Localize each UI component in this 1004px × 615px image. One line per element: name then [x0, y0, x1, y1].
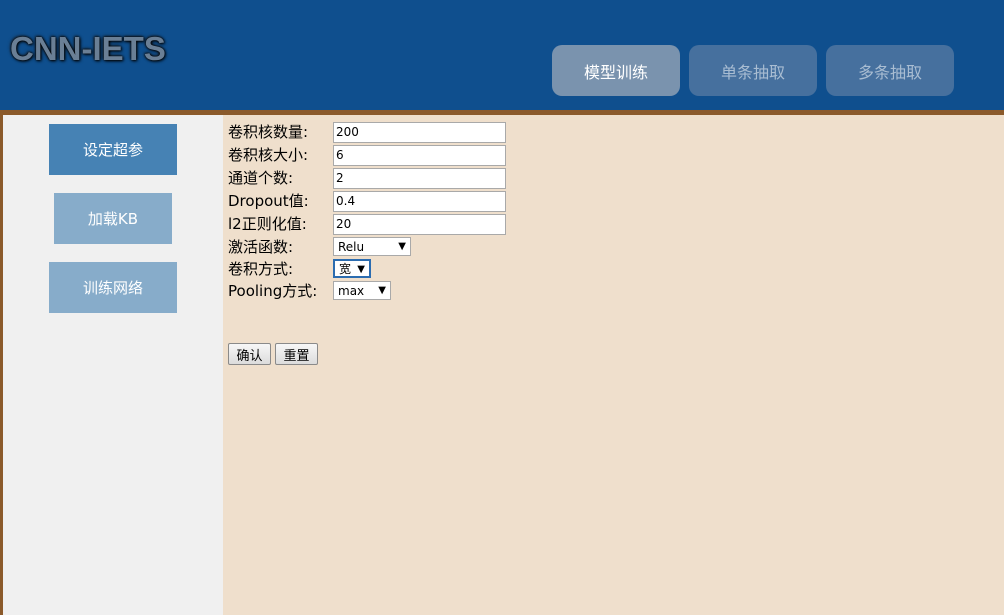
sidebar-item-train-network[interactable]: 训练网络: [49, 262, 177, 313]
sidebar-item-set-hyperparams[interactable]: 设定超参: [49, 124, 177, 175]
channels-input[interactable]: 2: [333, 168, 506, 189]
conv-mode-select[interactable]: 宽 ▼: [333, 259, 371, 278]
activation-select[interactable]: Relu ▼: [333, 237, 411, 256]
tab-model-training[interactable]: 模型训练: [552, 45, 680, 96]
dropdown-arrow-icon: ▼: [378, 285, 386, 296]
l2-label: l2正则化值:: [228, 215, 307, 233]
sidebar: 设定超参 加载KB 训练网络: [3, 115, 223, 615]
dropdown-arrow-icon: ▼: [357, 264, 365, 275]
pooling-select[interactable]: max ▼: [333, 281, 391, 300]
tab-single-extraction[interactable]: 单条抽取: [689, 45, 817, 96]
pooling-selected-value: max: [338, 283, 365, 298]
sidebar-item-load-kb[interactable]: 加载KB: [54, 193, 172, 244]
main-panel: 卷积核数量: 200 卷积核大小: 6 通道个数: 2 Dropout值: 0.…: [223, 115, 1004, 615]
conv-mode-selected-value: 宽: [339, 262, 352, 276]
dropdown-arrow-icon: ▼: [398, 241, 406, 252]
app-logo: CNN-IETS: [10, 30, 166, 67]
kernel-size-input[interactable]: 6: [333, 145, 506, 166]
reset-button[interactable]: 重置: [275, 343, 318, 365]
kernel-count-label: 卷积核数量:: [228, 123, 309, 141]
tab-multi-extraction[interactable]: 多条抽取: [826, 45, 954, 96]
activation-selected-value: Relu: [338, 239, 365, 254]
channels-label: 通道个数:: [228, 169, 294, 187]
kernel-count-input[interactable]: 200: [333, 122, 506, 143]
conv-mode-label: 卷积方式:: [228, 260, 294, 278]
kernel-size-label: 卷积核大小:: [228, 146, 309, 164]
dropout-label: Dropout值:: [228, 192, 309, 210]
l2-input[interactable]: 20: [333, 214, 506, 235]
dropout-input[interactable]: 0.4: [333, 191, 506, 212]
pooling-label: Pooling方式:: [228, 282, 318, 300]
activation-label: 激活函数:: [228, 238, 294, 256]
confirm-button[interactable]: 确认: [228, 343, 271, 365]
top-header: CNN-IETS 模型训练 单条抽取 多条抽取: [0, 0, 1004, 110]
